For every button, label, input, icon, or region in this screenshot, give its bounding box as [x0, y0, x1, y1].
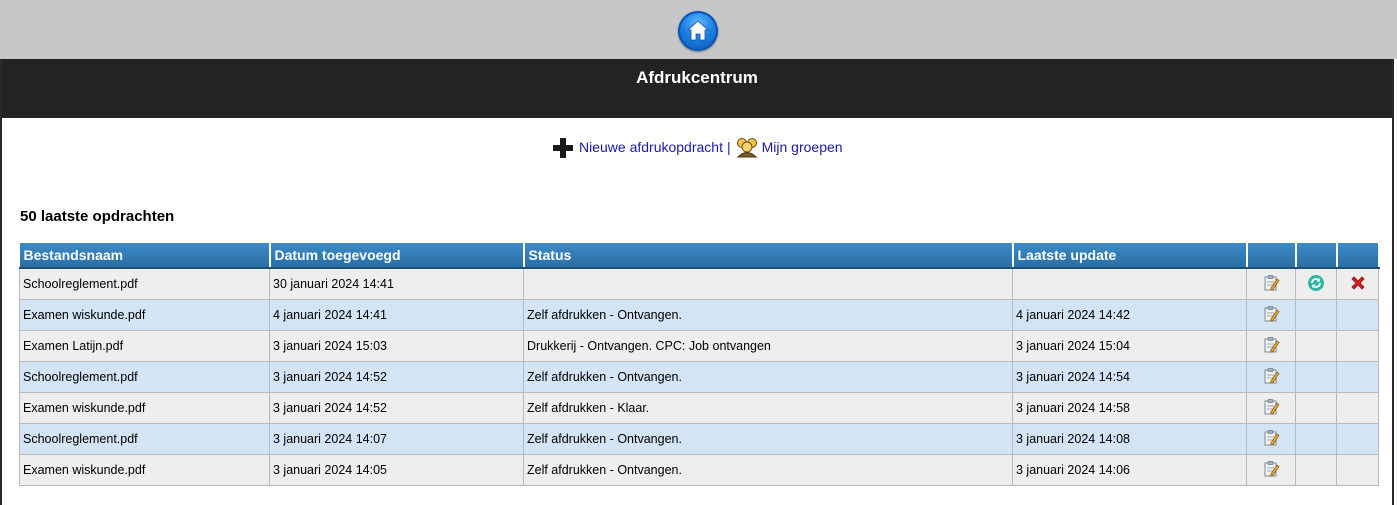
- action-cell: [1246, 330, 1296, 362]
- column-header-edit: [1246, 243, 1297, 269]
- edit-icon: [1264, 274, 1280, 290]
- cell-filename: Schoolreglement.pdf: [19, 423, 270, 455]
- table-row: Schoolreglement.pdf 3 januari 2024 14:52 Z…: [19, 361, 1379, 393]
- cell-last-update: 3 januari 2024 15:04: [1012, 330, 1247, 362]
- action-cell: [1336, 361, 1379, 393]
- page-title: Afdrukcentrum: [636, 68, 758, 87]
- action-links: Nieuwe afdrukopdracht | Mijn groepen: [552, 136, 843, 158]
- action-cell: [1336, 267, 1379, 300]
- action-cell: [1295, 330, 1337, 362]
- cell-filename: Examen wiskunde.pdf: [19, 454, 270, 486]
- action-cell: [1246, 454, 1296, 486]
- new-print-job-link[interactable]: Nieuwe afdrukopdracht: [579, 139, 723, 155]
- action-cell: [1295, 361, 1337, 393]
- cell-last-update: 4 januari 2024 14:42: [1012, 299, 1247, 331]
- delete-button[interactable]: [1349, 274, 1367, 295]
- cell-date-added: 3 januari 2024 14:05: [269, 454, 524, 486]
- edit-button[interactable]: [1262, 305, 1280, 326]
- action-cell: [1295, 454, 1337, 486]
- action-cell: [1336, 330, 1379, 362]
- action-cell: [1336, 392, 1379, 424]
- edit-button[interactable]: [1262, 367, 1280, 388]
- title-bar: Afdrukcentrum: [2, 59, 1392, 118]
- column-header-last-update[interactable]: Laatste update: [1012, 243, 1248, 269]
- edit-icon: [1264, 336, 1280, 352]
- action-cell: [1295, 392, 1337, 424]
- my-groups-link[interactable]: Mijn groepen: [762, 139, 843, 155]
- edit-button[interactable]: [1262, 336, 1280, 357]
- action-cell: [1295, 299, 1337, 331]
- section-title: 50 laatste opdrachten: [20, 208, 175, 225]
- edit-button[interactable]: [1262, 274, 1280, 295]
- column-header-delete: [1336, 243, 1380, 269]
- table-row: Examen wiskunde.pdf 3 januari 2024 14:52 Z…: [19, 392, 1379, 424]
- action-cell: [1246, 423, 1296, 455]
- cell-filename: Schoolreglement.pdf: [19, 267, 270, 300]
- top-bar: [0, 0, 1397, 59]
- column-header-refresh: [1295, 243, 1338, 269]
- cell-status: [523, 267, 1013, 300]
- print-jobs-table: Bestandsnaam Datum toegevoegd Status Laa…: [19, 243, 1380, 486]
- cell-status: Zelf afdrukken - Klaar.: [523, 392, 1013, 424]
- action-cell: [1336, 299, 1379, 331]
- cell-status: Zelf afdrukken - Ontvangen.: [523, 361, 1013, 393]
- edit-icon: [1264, 460, 1280, 476]
- cell-status: Drukkerij - Ontvangen. CPC: Job ontvange…: [523, 330, 1013, 362]
- home-button[interactable]: [678, 11, 718, 51]
- table-row: Examen wiskunde.pdf 3 januari 2024 14:05 Z…: [19, 454, 1379, 486]
- cell-last-update: [1012, 267, 1247, 300]
- action-cell: [1336, 454, 1379, 486]
- cell-date-added: 30 januari 2024 14:41: [269, 267, 524, 300]
- edit-icon: [1264, 429, 1280, 445]
- cell-filename: Examen wiskunde.pdf: [19, 299, 270, 331]
- edit-button[interactable]: [1262, 460, 1280, 481]
- action-cell: [1295, 423, 1337, 455]
- column-header-status[interactable]: Status: [523, 243, 1014, 269]
- cell-status: Zelf afdrukken - Ontvangen.: [523, 454, 1013, 486]
- action-cell: [1246, 267, 1296, 300]
- refresh-button[interactable]: [1307, 274, 1325, 295]
- action-cell: [1336, 423, 1379, 455]
- table-row: Examen Latijn.pdf 3 januari 2024 15:03 Dru…: [19, 330, 1379, 362]
- groups-icon[interactable]: [735, 136, 759, 158]
- edit-button[interactable]: [1262, 398, 1280, 419]
- cell-date-added: 3 januari 2024 14:52: [269, 392, 524, 424]
- action-cell: [1295, 267, 1337, 300]
- plus-icon[interactable]: [552, 137, 574, 159]
- cell-last-update: 3 januari 2024 14:54: [1012, 361, 1247, 393]
- cell-last-update: 3 januari 2024 14:06: [1012, 454, 1247, 486]
- home-icon: [686, 20, 710, 41]
- cell-last-update: 3 januari 2024 14:58: [1012, 392, 1247, 424]
- edit-icon: [1264, 398, 1280, 414]
- cell-filename: Examen wiskunde.pdf: [19, 392, 270, 424]
- cell-filename: Schoolreglement.pdf: [19, 361, 270, 393]
- delete-icon: [1350, 275, 1365, 290]
- column-header-filename[interactable]: Bestandsnaam: [19, 243, 271, 269]
- action-cell: [1246, 361, 1296, 393]
- cell-last-update: 3 januari 2024 14:08: [1012, 423, 1247, 455]
- table-header-row: Bestandsnaam Datum toegevoegd Status Laa…: [19, 243, 1380, 269]
- edit-button[interactable]: [1262, 429, 1280, 450]
- link-separator: |: [726, 139, 731, 155]
- action-cell: [1246, 299, 1296, 331]
- action-cell: [1246, 392, 1296, 424]
- cell-date-added: 4 januari 2024 14:41: [269, 299, 524, 331]
- cell-status: Zelf afdrukken - Ontvangen.: [523, 423, 1013, 455]
- edit-icon: [1264, 367, 1280, 383]
- cell-status: Zelf afdrukken - Ontvangen.: [523, 299, 1013, 331]
- cell-date-added: 3 januari 2024 14:52: [269, 361, 524, 393]
- cell-date-added: 3 januari 2024 14:07: [269, 423, 524, 455]
- table-row: Schoolreglement.pdf 3 januari 2024 14:07 Z…: [19, 423, 1379, 455]
- cell-date-added: 3 januari 2024 15:03: [269, 330, 524, 362]
- refresh-icon: [1308, 274, 1324, 291]
- column-header-date-added[interactable]: Datum toegevoegd: [269, 243, 525, 269]
- table-row: Examen wiskunde.pdf 4 januari 2024 14:41 Z…: [19, 299, 1379, 331]
- edit-icon: [1264, 305, 1280, 321]
- table-row: Schoolreglement.pdf 30 januari 2024 14:41: [19, 267, 1379, 300]
- cell-filename: Examen Latijn.pdf: [19, 330, 270, 362]
